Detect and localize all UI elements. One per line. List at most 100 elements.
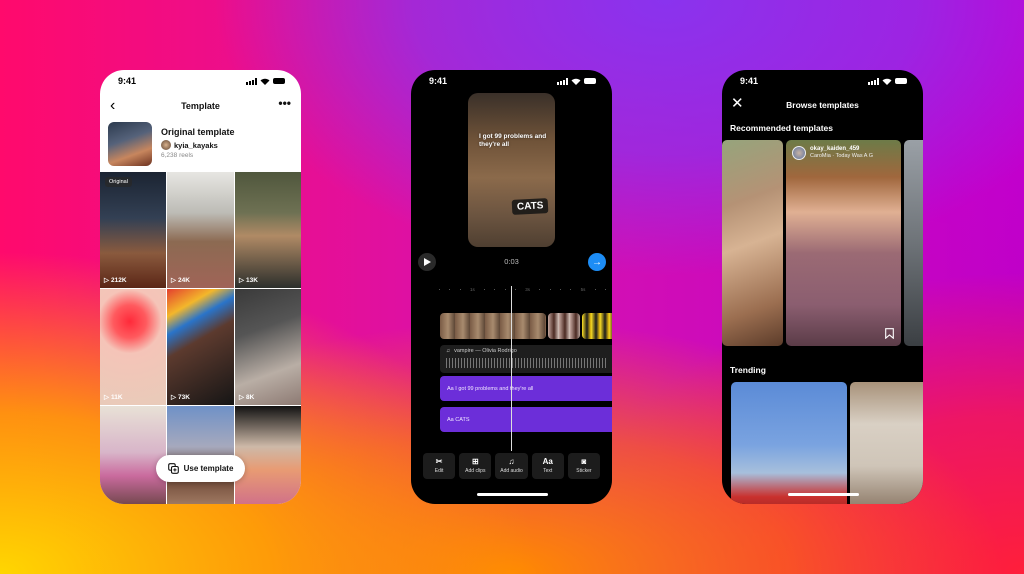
top-nav: ‹ Template ••• [100, 96, 301, 116]
signal-icon [868, 77, 879, 85]
signal-icon [557, 77, 568, 85]
bookmark-icon[interactable] [885, 328, 894, 339]
editor-toolbar: ✂ Edit ⊞ Add clips ♫ Add audio Aa Text ◙… [423, 453, 601, 479]
recommended-section-title: Recommended templates [730, 123, 833, 133]
more-horizontal-icon[interactable]: ••• [278, 96, 291, 110]
tool-label: Text [543, 468, 553, 474]
card-song: CaroMia · Today Was A G [810, 153, 873, 159]
reel-tile[interactable]: ▷ 13K [235, 172, 301, 288]
tool-label: Add audio [500, 468, 523, 474]
audio-title: vampire — Olivia Rodrigo [454, 348, 517, 354]
ruler-label: 1s [469, 286, 475, 292]
tool-label: Edit [434, 468, 444, 474]
play-icon: ▷ [104, 277, 109, 284]
original-template-title: Original template [161, 127, 235, 137]
trending-section-title: Trending [730, 365, 766, 375]
video-clip[interactable] [440, 313, 546, 339]
sticker-icon: ◙ [581, 457, 587, 466]
view-count: 11K [111, 393, 123, 401]
text-icon: Aa [542, 457, 553, 466]
page-title: Browse templates [786, 100, 859, 110]
wifi-icon [260, 78, 270, 85]
battery-icon [273, 78, 285, 84]
home-indicator [788, 493, 859, 496]
text-icon: Aa [447, 416, 454, 423]
home-indicator [477, 493, 548, 496]
video-clip[interactable] [582, 313, 612, 339]
playhead[interactable] [511, 286, 512, 451]
template-card[interactable]: okay_kaiden_459 CaroMia · Today Was A G [786, 140, 901, 346]
audio-track[interactable]: ♫ vampire — Olivia Rodrigo [440, 345, 612, 373]
reel-tile[interactable]: ▷ 8K [235, 289, 301, 405]
reel-tile[interactable]: Original ▷ 212K [100, 172, 166, 288]
trending-card[interactable] [731, 382, 847, 504]
close-icon[interactable]: ✕ [731, 96, 744, 112]
scissors-icon: ✂ [435, 457, 443, 466]
play-icon: ▷ [239, 277, 244, 284]
play-icon: ▷ [104, 394, 109, 401]
template-card[interactable] [904, 140, 923, 346]
text-button[interactable]: Aa Text [531, 453, 564, 479]
avatar [792, 146, 806, 160]
reel-tile[interactable]: ▷ 11K [100, 289, 166, 405]
use-template-button[interactable]: Use template [156, 455, 245, 482]
audio-waveform [446, 358, 606, 368]
playback-time: 0:03 [504, 257, 519, 266]
preview-text-sticker[interactable]: CATS [511, 198, 549, 215]
tool-label: Sticker [576, 468, 592, 474]
chevron-left-icon[interactable]: ‹ [110, 98, 115, 114]
view-count: 13K [246, 276, 258, 284]
view-count: 212K [111, 276, 127, 284]
wifi-icon [882, 78, 892, 85]
status-icons [246, 77, 285, 85]
avatar [161, 140, 171, 150]
view-count: 24K [178, 276, 190, 284]
reel-tile[interactable] [235, 406, 301, 504]
edit-button[interactable]: ✂ Edit [423, 453, 456, 479]
add-clips-button[interactable]: ⊞ Add clips [459, 453, 492, 479]
view-count: 8K [246, 393, 255, 401]
play-icon: ▷ [171, 394, 176, 401]
video-clip[interactable] [548, 313, 580, 339]
reel-tile[interactable]: ▷ 73K [167, 289, 234, 405]
reel-tile[interactable]: ▷ 24K [167, 172, 234, 288]
template-copy-icon [167, 463, 179, 474]
top-nav: ✕ Browse templates [722, 96, 923, 114]
ruler-label: 5s [580, 286, 586, 292]
ruler-label: 3s [525, 286, 531, 292]
original-template-header[interactable]: Original template kyia_kayaks 6,238 reel… [108, 122, 293, 168]
status-bar: 9:41 [100, 70, 301, 92]
add-audio-button[interactable]: ♫ Add audio [495, 453, 528, 479]
preview-caption[interactable]: I got 99 problems and they're all [479, 133, 549, 150]
next-button[interactable]: → [588, 253, 606, 271]
text-track[interactable]: Aa I got 99 problems and they're all [440, 376, 612, 401]
status-bar: 9:41 [411, 70, 612, 92]
text-track-label: I got 99 problems and they're all [455, 385, 534, 392]
use-template-label: Use template [183, 464, 234, 473]
wifi-icon [571, 78, 581, 85]
view-count: 73K [178, 393, 190, 401]
phone-template-screen: 9:41 ‹ Template ••• Original template ky… [100, 70, 301, 504]
creator[interactable]: kyia_kayaks [161, 140, 235, 150]
trending-card[interactable] [850, 382, 923, 504]
arrow-right-icon: → [592, 256, 602, 268]
phone-browse-screen: 9:41 ✕ Browse templates Recommended temp… [722, 70, 923, 504]
original-template-thumbnail[interactable] [108, 122, 152, 166]
sticker-button[interactable]: ◙ Sticker [567, 453, 601, 479]
status-time: 9:41 [429, 76, 448, 86]
battery-icon [584, 78, 596, 84]
video-preview[interactable]: I got 99 problems and they're all CATS [468, 93, 555, 247]
reel-tile[interactable] [100, 406, 166, 504]
page-title: Template [181, 101, 220, 111]
text-track[interactable]: Aa CATS [440, 407, 612, 432]
status-time: 9:41 [118, 76, 137, 86]
template-card[interactable] [722, 140, 783, 346]
card-username: okay_kaiden_459 [810, 146, 860, 152]
music-note-icon: ♫ [446, 348, 451, 354]
status-bar: 9:41 [722, 70, 923, 92]
status-icons [868, 77, 907, 85]
battery-icon [895, 78, 907, 84]
creator-username: kyia_kayaks [174, 140, 218, 150]
recommended-carousel[interactable]: okay_kaiden_459 CaroMia · Today Was A G [722, 140, 923, 346]
original-badge: Original [105, 177, 132, 187]
